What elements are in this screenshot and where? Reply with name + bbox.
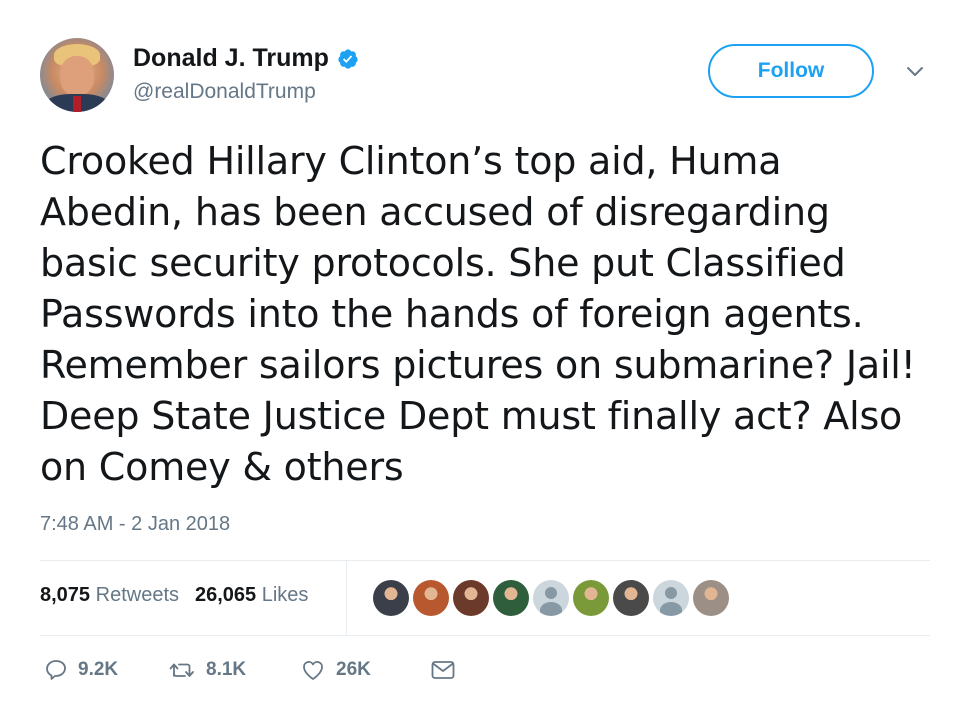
- liker-avatar[interactable]: [693, 580, 729, 616]
- reply-count: 9.2K: [78, 659, 119, 680]
- tweet-text-line: basic security protocols. She put Classi…: [40, 241, 846, 285]
- tweet-text-line: Deep State Justice Dept must finally act…: [40, 394, 903, 438]
- tweet-text-line: Remember sailors pictures on submarine? …: [40, 343, 916, 387]
- tweet-card: Donald J. Trump @realDonaldTrump Follow …: [0, 0, 980, 719]
- follow-button[interactable]: Follow: [708, 44, 874, 98]
- tweet-text-line: Crooked Hillary Clinton’s top aid, Huma: [40, 139, 782, 183]
- reply-button[interactable]: 9.2K: [44, 658, 168, 682]
- retweets-stat[interactable]: 8,075 Retweets: [40, 584, 179, 607]
- envelope-icon: [430, 659, 456, 681]
- liker-avatar[interactable]: [453, 580, 489, 616]
- reply-icon: [44, 658, 68, 682]
- liker-avatar[interactable]: [493, 580, 529, 616]
- liker-avatar[interactable]: [573, 580, 609, 616]
- retweets-count: 8,075: [40, 584, 91, 606]
- chevron-down-icon[interactable]: [904, 64, 926, 80]
- tweet-text-line: on Comey & others: [40, 445, 404, 489]
- retweet-button[interactable]: 8.1K: [168, 658, 300, 682]
- tweet-stats: 8,075 Retweets 26,065 Likes: [40, 584, 308, 607]
- tweet-timestamp[interactable]: 7:48 AM - 2 Jan 2018: [40, 513, 230, 536]
- liker-avatar[interactable]: [533, 580, 569, 616]
- liker-avatar[interactable]: [413, 580, 449, 616]
- retweet-count: 8.1K: [206, 659, 247, 680]
- likes-stat[interactable]: 26,065 Likes: [195, 584, 308, 607]
- user-handle[interactable]: @realDonaldTrump: [133, 80, 316, 104]
- likes-count: 26,065: [195, 584, 257, 606]
- avatar-tie: [73, 96, 81, 112]
- liker-avatar[interactable]: [613, 580, 649, 616]
- retweets-label: Retweets: [95, 584, 179, 606]
- avatar-face: [60, 56, 94, 96]
- liker-avatar[interactable]: [373, 580, 409, 616]
- heart-icon: [300, 658, 326, 682]
- like-button[interactable]: 26K: [300, 658, 430, 682]
- likes-label: Likes: [261, 584, 309, 606]
- direct-message-button[interactable]: [430, 659, 456, 681]
- name-row: Donald J. Trump: [133, 44, 359, 73]
- divider-top: [40, 560, 930, 561]
- tweet-text: Crooked Hillary Clinton’s top aid, Huma …: [40, 136, 940, 493]
- tweet-actions: 9.2K 8.1K 26K: [44, 658, 456, 682]
- liker-avatar[interactable]: [653, 580, 689, 616]
- tweet-text-line: Abedin, has been accused of disregarding: [40, 190, 830, 234]
- stats-divider: [346, 561, 347, 635]
- retweet-icon: [168, 658, 196, 682]
- like-count: 26K: [336, 659, 371, 680]
- divider-bottom: [40, 635, 930, 636]
- tweet-text-line: Passwords into the hands of foreign agen…: [40, 292, 864, 336]
- profile-avatar[interactable]: [40, 38, 114, 112]
- liker-avatars: [373, 580, 729, 616]
- verified-badge-icon: [337, 48, 359, 70]
- display-name[interactable]: Donald J. Trump: [133, 44, 329, 73]
